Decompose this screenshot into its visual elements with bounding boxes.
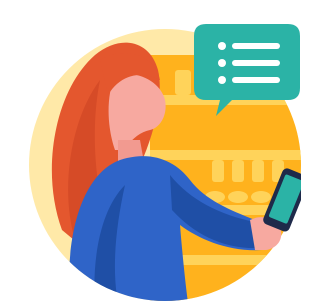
illustration-scene [0, 0, 301, 303]
woman-with-phone-illustration [29, 24, 301, 301]
